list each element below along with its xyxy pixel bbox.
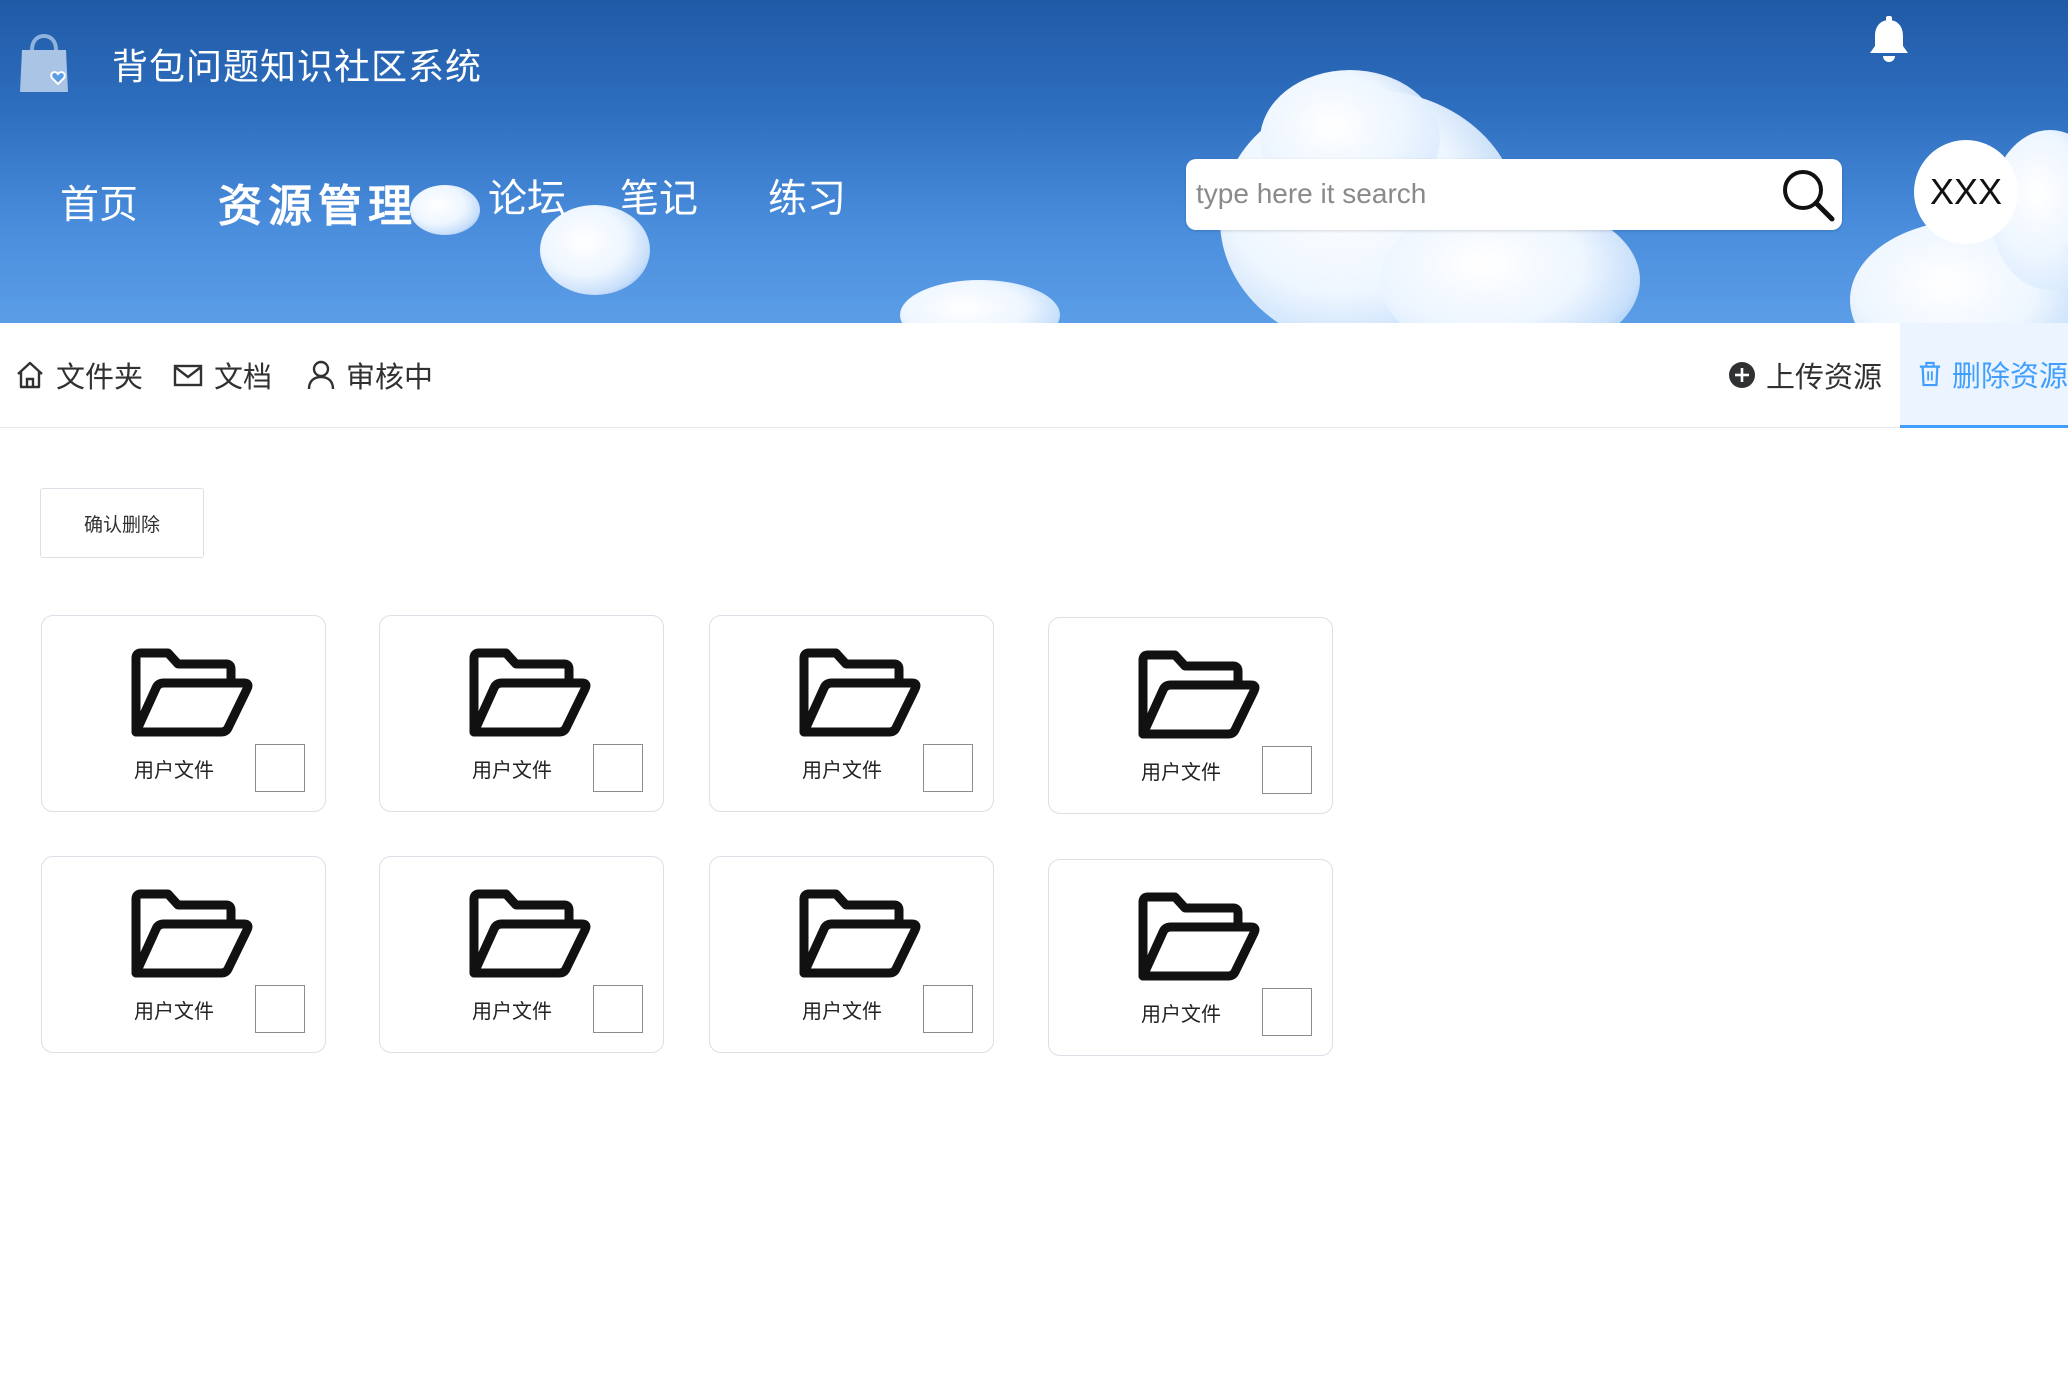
- folder-open-icon: [1138, 650, 1260, 739]
- submenu-item-label: 审核中: [346, 360, 434, 394]
- folder-select-checkbox[interactable]: [593, 744, 643, 792]
- user-avatar[interactable]: XXX: [1914, 140, 2018, 244]
- folder-select-checkbox[interactable]: [255, 744, 305, 792]
- submenu-item-document[interactable]: 文档: [172, 323, 272, 427]
- folder-label: 用户文件: [472, 758, 552, 782]
- submenu-item-under-review[interactable]: 审核中: [306, 323, 433, 427]
- search-bar: [1186, 159, 1842, 230]
- folder-select-checkbox[interactable]: [1262, 746, 1312, 794]
- bell-icon[interactable]: [1866, 16, 1912, 64]
- submenu-item-delete-resource[interactable]: 删除资源: [1900, 323, 2068, 428]
- folder-label: 用户文件: [802, 758, 882, 782]
- folder-open-icon: [131, 648, 253, 737]
- folder-card[interactable]: 用户文件: [1048, 617, 1333, 814]
- plus-circle-icon: [1729, 362, 1755, 388]
- folder-select-checkbox[interactable]: [593, 985, 643, 1033]
- submenu-item-label: 文档: [214, 360, 273, 394]
- folder-label: 用户文件: [134, 758, 214, 782]
- submenu-item-label: 文件夹: [56, 360, 144, 394]
- trash-icon: [1919, 361, 1941, 387]
- folder-card[interactable]: 用户文件: [379, 856, 664, 1053]
- folder-card[interactable]: 用户文件: [709, 856, 994, 1053]
- user-icon: [307, 360, 335, 390]
- confirm-delete-button[interactable]: 确认删除: [40, 488, 204, 558]
- nav-practice[interactable]: 练习: [768, 168, 846, 224]
- nav-forum[interactable]: 论坛: [488, 168, 566, 224]
- folder-label: 用户文件: [134, 999, 214, 1023]
- folder-open-icon: [469, 889, 591, 978]
- submenu-item-upload-resource[interactable]: 上传资源: [1728, 323, 1882, 427]
- home-icon: [17, 361, 43, 389]
- nav-home[interactable]: 首页: [60, 174, 138, 230]
- folder-open-icon: [799, 889, 921, 978]
- search-input[interactable]: [1194, 171, 1754, 217]
- nav-resource-management[interactable]: 资源管理: [218, 170, 418, 234]
- folder-card[interactable]: 用户文件: [379, 615, 664, 812]
- resource-submenu: 文件夹 文档 审核中 上传资源 删除资源: [0, 323, 2068, 428]
- folder-card[interactable]: 用户文件: [1048, 859, 1333, 1056]
- submenu-item-folder[interactable]: 文件夹: [14, 323, 143, 427]
- folder-card[interactable]: 用户文件: [41, 615, 326, 812]
- folder-label: 用户文件: [1141, 1002, 1221, 1026]
- folder-label: 用户文件: [802, 999, 882, 1023]
- cloud-decoration: [410, 185, 480, 235]
- folder-open-icon: [1138, 892, 1260, 981]
- folder-label: 用户文件: [1141, 760, 1221, 784]
- top-banner: 背包问题知识社区系统 首页 资源管理 论坛 笔记 练习 XXX: [0, 0, 2068, 323]
- folder-select-checkbox[interactable]: [1262, 988, 1312, 1036]
- folder-select-checkbox[interactable]: [923, 985, 973, 1033]
- cloud-decoration: [900, 280, 1060, 323]
- folder-open-icon: [799, 648, 921, 737]
- submenu-item-label: 上传资源: [1766, 360, 1883, 394]
- shopping-bag-heart-icon: [20, 34, 68, 92]
- folder-open-icon: [469, 648, 591, 737]
- folder-card[interactable]: 用户文件: [41, 856, 326, 1053]
- submenu-item-label: 删除资源: [1951, 359, 2068, 393]
- folder-card[interactable]: 用户文件: [709, 615, 994, 812]
- folder-select-checkbox[interactable]: [255, 985, 305, 1033]
- nav-notes[interactable]: 笔记: [620, 168, 698, 224]
- folder-label: 用户文件: [472, 999, 552, 1023]
- mail-icon: [173, 364, 203, 387]
- folder-select-checkbox[interactable]: [923, 744, 973, 792]
- folder-open-icon: [131, 889, 253, 978]
- site-title: 背包问题知识社区系统: [112, 47, 483, 88]
- search-icon[interactable]: [1780, 167, 1836, 223]
